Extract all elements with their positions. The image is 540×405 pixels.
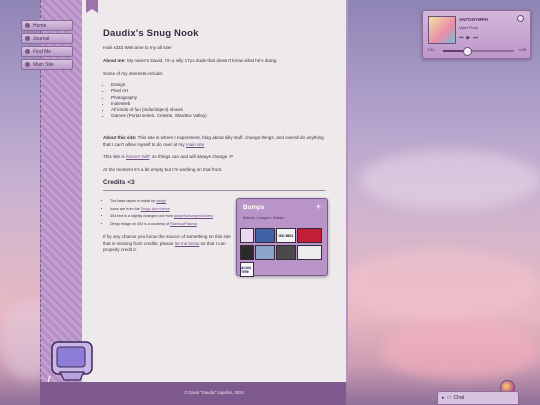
sparkle-icon [315, 203, 322, 210]
chat-bubble-icon: □ [447, 395, 451, 401]
list-item: 404 text is a slightly changed one from … [110, 213, 240, 221]
progress-slider[interactable] [443, 47, 514, 56]
list-item: Games (Portal series, Celeste, Stardew V… [111, 113, 207, 119]
bump-button[interactable] [297, 245, 322, 260]
background-cloud [380, 320, 540, 380]
chat-label: Chat [453, 395, 465, 401]
credit-link[interactable]: jalapeñobumperstickers [174, 214, 213, 218]
bump-button[interactable] [255, 245, 275, 260]
credits-note: If by any chance you know the source of … [103, 234, 231, 254]
bump-button[interactable] [276, 245, 296, 260]
home-icon [25, 23, 30, 28]
player-controls: ⏮ ▶ ⏭ [459, 35, 478, 41]
album-cover [428, 16, 456, 44]
bump-button[interactable] [240, 245, 254, 260]
nav-item-find-me[interactable]: Find Me [21, 46, 73, 57]
find-icon [25, 49, 30, 54]
wip-post: , so things can and will always change :… [149, 154, 233, 159]
next-icon[interactable]: ⏭ [473, 35, 478, 41]
background-cloud [360, 150, 540, 210]
pin-icon[interactable] [517, 15, 524, 22]
play-icon[interactable]: ▶ [467, 35, 471, 41]
credit-text: 404 text is a slightly changed one from [110, 214, 173, 219]
about-site-label: About this site: [103, 135, 137, 140]
track-artist: ANTONYMPH [459, 17, 488, 22]
footer-text: © David "Daudix" Lapshin, 2024 [184, 390, 244, 395]
moment-paragraph: At the moment it's a bit empty but I'm w… [103, 167, 223, 172]
about-me-paragraph: About me: My name's David, I'm a silly 1… [103, 58, 325, 65]
list-item: The base layout is made by sadgrl [110, 198, 240, 206]
interests-list: Design Pixel Art Photography IndieWeb Al… [103, 82, 207, 120]
time-total: 4:08 [518, 48, 526, 52]
breadcrumb: Buttons > Images > Bumps [243, 216, 284, 220]
list-item: Derpy image on 404 is a courtesy of Rain… [110, 221, 240, 229]
wip-pre: This site is [103, 154, 125, 159]
bump-button[interactable]: ALWA TIRE [240, 262, 254, 277]
nav-item-label: Main Site [33, 61, 54, 68]
credit-link[interactable]: Tango icon theme [141, 207, 170, 211]
nav-item-main-site[interactable]: Main Site [21, 59, 73, 70]
wip-link[interactable]: forever WiP [126, 154, 149, 159]
about-site-text: This site is where I experiment, blog ab… [103, 135, 324, 147]
wip-paragraph: This site is forever WiP, so things can … [103, 154, 325, 161]
divider [103, 190, 325, 191]
about-me-text: My name's David, I'm a silly 17yo dude t… [127, 58, 278, 63]
nav-item-label: Home [33, 22, 47, 29]
about-site-paragraph: About this site: This site is where I ex… [103, 135, 325, 148]
credit-text: Icons are from the [110, 206, 140, 211]
about-me-label: About me: [103, 58, 126, 63]
page-title: Daudix's Snug Nook [103, 28, 199, 39]
credit-text: The base layout is made by [110, 199, 156, 203]
contact-link[interactable]: let me know [175, 241, 200, 246]
nav-item-label: Find Me [33, 48, 52, 55]
nav-item-label: Journal [33, 35, 50, 42]
nav-menu: Home Journal Find Me Main Site [21, 20, 73, 72]
greeting-text: Haiii x333 Welcome to my all site! [103, 45, 172, 50]
main-site-link[interactable]: main site [186, 142, 204, 147]
bumps-title: Bumps [243, 204, 265, 211]
track-title: Vylet Pony [459, 25, 478, 30]
music-player: ANTONYMPH Vylet Pony ⏮ ▶ ⏭ 1:22 4:08 [422, 10, 531, 59]
credits-list: The base layout is made by sadgrl Icons … [103, 198, 240, 228]
bump-button[interactable] [240, 228, 254, 243]
previous-icon[interactable]: ⏮ [459, 35, 464, 41]
chat-toggle-button[interactable]: ▸ □ Chat [437, 391, 519, 405]
bump-button[interactable] [255, 228, 275, 243]
time-current: 1:22 [427, 48, 435, 52]
bump-button[interactable]: ISO 8601 [276, 228, 296, 243]
credit-link[interactable]: sadgrl [156, 199, 166, 203]
globe-icon [25, 62, 30, 67]
bumps-grid: ISO 8601 ALWA TIRE [240, 228, 324, 277]
nav-item-journal[interactable]: Journal [21, 33, 73, 44]
chevron-right-icon: ▸ [442, 395, 445, 401]
interests-intro: Some of my interests include: [103, 71, 164, 76]
credit-text: Derpy image on 404 is a courtesy of [110, 221, 170, 226]
credit-link[interactable]: RainbowPlasma [170, 222, 197, 226]
nav-item-home[interactable]: Home [21, 20, 73, 31]
list-item: Icons are from the Tango icon theme [110, 206, 240, 214]
credits-heading: Credits <3 [103, 179, 135, 186]
bookmark-ribbon [86, 0, 98, 13]
background-cloud [340, 250, 540, 320]
bump-button[interactable] [297, 228, 322, 243]
progress-knob[interactable] [462, 47, 472, 56]
journal-icon [25, 36, 30, 41]
bumps-widget: Bumps Buttons > Images > Bumps ISO 8601 A… [236, 198, 328, 277]
